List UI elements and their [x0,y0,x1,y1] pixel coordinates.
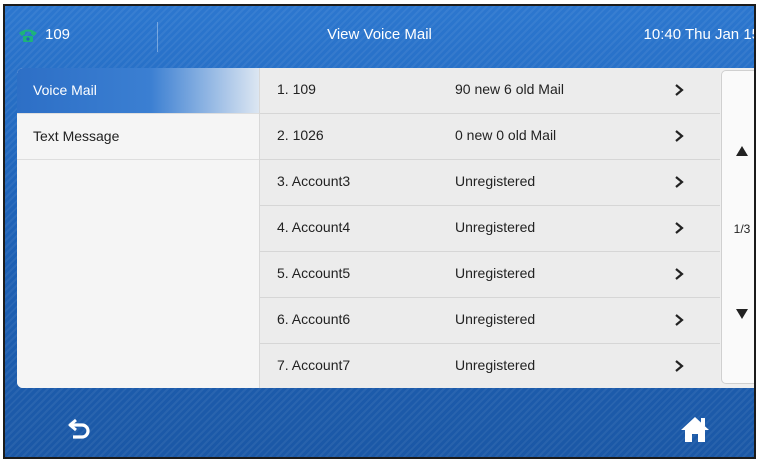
triangle-down-icon[interactable] [736,309,748,319]
sidebar-item-label: Text Message [33,128,120,144]
chevron-right-icon [675,268,684,280]
mail-status: Unregistered [455,357,536,373]
chevron-right-icon [675,314,684,326]
chevron-right-icon [675,360,684,372]
list-item[interactable]: 6. Account6 Unregistered [260,298,720,344]
account-name: 7. Account7 [277,357,351,373]
sidebar-item-text-message[interactable]: Text Message [17,114,259,160]
mail-status: Unregistered [455,311,536,327]
title-bar: 109 View Voice Mail 10:40 Thu Jan 15 [5,6,754,66]
list-item[interactable]: 4. Account4 Unregistered [260,206,720,252]
chevron-right-icon [675,222,684,234]
home-icon[interactable] [680,415,710,443]
softkey-bar [5,390,754,457]
page-title: View Voice Mail [327,26,432,43]
account-name: 4. Account4 [277,219,351,235]
back-arrow-icon[interactable] [67,416,93,442]
sidebar-item-voice-mail[interactable]: Voice Mail [17,68,259,114]
chevron-right-icon [675,84,684,96]
account-name: 6. Account6 [277,311,351,327]
sidebar: Voice Mail Text Message [17,68,259,388]
main-panel: Voice Mail Text Message 1. 109 90 new 6 … [17,68,754,388]
clock: 10:40 Thu Jan 15 [643,26,756,43]
chevron-right-icon [675,176,684,188]
list-item[interactable]: 5. Account5 Unregistered [260,252,720,298]
phone-screen: 109 View Voice Mail 10:40 Thu Jan 15 Voi… [3,4,756,459]
account-name: 2. 1026 [277,127,324,143]
mail-status: 90 new 6 old Mail [455,81,564,97]
page-indicator: 1/3 [733,222,751,236]
mail-status: Unregistered [455,219,536,235]
account-name: 5. Account5 [277,265,351,281]
chevron-right-icon [675,130,684,142]
voice-mail-list: 1. 109 90 new 6 old Mail 2. 1026 0 new 0… [259,68,720,388]
account-name: 3. Account3 [277,173,351,189]
list-item[interactable]: 7. Account7 Unregistered [260,344,720,388]
list-item[interactable]: 2. 1026 0 new 0 old Mail [260,114,720,160]
account-name: 1. 109 [277,81,316,97]
sidebar-item-label: Voice Mail [33,82,97,98]
mail-status: Unregistered [455,265,536,281]
list-item[interactable]: 1. 109 90 new 6 old Mail [260,68,720,114]
mail-status: 0 new 0 old Mail [455,127,557,143]
triangle-up-icon[interactable] [736,146,748,156]
page-scroller: 1/3 [721,70,754,384]
mail-status: Unregistered [455,173,536,189]
list-item[interactable]: 3. Account3 Unregistered [260,160,720,206]
